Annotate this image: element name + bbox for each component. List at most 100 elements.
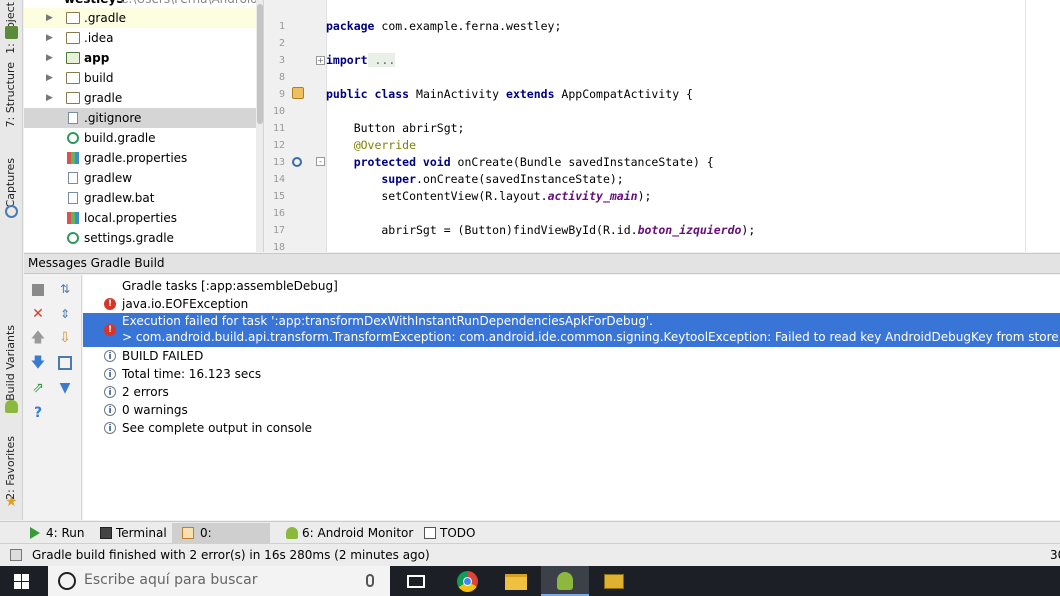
tree-item-gradle-dir[interactable]: ▶ .gradle <box>24 8 263 28</box>
autoscroll-button[interactable] <box>57 355 73 371</box>
message-row[interactable]: Gradle tasks [:app:assembleDebug] <box>83 277 1060 295</box>
properties-file-icon <box>67 152 79 164</box>
tree-item-gradle-properties[interactable]: gradle.properties <box>24 148 263 168</box>
code-editor[interactable]: 1 2 3 8 9 10 11 12 13 14 15 16 17 18 + -… <box>265 0 1060 252</box>
tool-windows-icon[interactable] <box>10 549 22 561</box>
taskbar-app-other[interactable] <box>590 566 638 596</box>
tree-item-settings-gradle[interactable]: settings.gradle <box>24 228 263 248</box>
tab-terminal[interactable]: Terminal <box>98 523 167 543</box>
tree-item-app[interactable]: ▶ app <box>24 48 263 68</box>
expand-arrow-icon[interactable]: ▶ <box>46 28 53 48</box>
scrollbar-thumb[interactable] <box>257 4 263 124</box>
tree-item-gitignore[interactable]: .gitignore <box>24 108 263 128</box>
tab-messages[interactable]: 0: Messages <box>172 523 270 560</box>
keyword: public class <box>326 87 410 101</box>
arrow-up-icon: 🡅 <box>30 330 46 346</box>
folded-imports[interactable]: ... <box>367 53 396 67</box>
tab-android-monitor[interactable]: 6: Android Monitor <box>284 523 413 543</box>
override-gutter-icon[interactable] <box>292 157 302 167</box>
expand-arrow-icon[interactable]: ▶ <box>46 48 53 68</box>
message-text: Total time: 16.123 secs <box>122 367 262 381</box>
gradle-file-icon <box>67 232 79 244</box>
export-button[interactable]: ⇩ <box>57 330 73 346</box>
code-text: setContentView(R.layout. <box>326 189 548 203</box>
tree-item-build[interactable]: ▶ build <box>24 68 263 88</box>
message-row[interactable]: i 2 errors <box>83 383 1060 401</box>
message-row[interactable]: i See complete output in console <box>83 419 1060 437</box>
tree-item-gradle[interactable]: ▶ gradle <box>24 88 263 108</box>
cortana-icon <box>58 572 76 590</box>
next-message-button[interactable]: 🡇 <box>30 355 46 371</box>
line-number: 10 <box>272 106 285 117</box>
editor-gutter: 1 2 3 8 9 10 11 12 13 14 15 16 17 18 + - <box>265 0 327 252</box>
taskbar-search-box[interactable]: Escribe aquí para buscar <box>48 566 390 596</box>
tab-todo[interactable]: TODO <box>422 523 475 543</box>
collapse-all-button[interactable]: ⇕ <box>57 306 73 322</box>
taskbar-app-explorer[interactable] <box>492 566 540 596</box>
star-icon: ★ <box>5 494 18 510</box>
tree-item-build-gradle[interactable]: build.gradle <box>24 128 263 148</box>
taskbar-app-android-studio[interactable] <box>541 566 589 596</box>
line-number: 8 <box>278 72 285 83</box>
search-placeholder: Escribe aquí para buscar <box>84 572 258 588</box>
tree-item-idea[interactable]: ▶ .idea <box>24 28 263 48</box>
code-text: com.example.ferna.westley; <box>374 19 562 33</box>
message-row[interactable]: i Total time: 16.123 secs <box>83 365 1060 383</box>
project-icon <box>5 26 18 39</box>
android-icon <box>286 527 298 539</box>
messages-list[interactable]: Gradle tasks [:app:assembleDebug] ! java… <box>83 275 1060 520</box>
tree-item-label: gradlew.bat <box>84 191 155 205</box>
message-text: 0 warnings <box>122 403 188 417</box>
folder-icon <box>66 72 80 84</box>
file-icon <box>68 172 78 184</box>
tree-item-gradlew[interactable]: gradlew <box>24 168 263 188</box>
windows-start-button[interactable] <box>14 574 30 589</box>
folder-icon <box>66 92 80 104</box>
fold-expand-icon[interactable]: + <box>316 56 325 65</box>
tab-run[interactable]: 4: Run <box>28 523 85 543</box>
taskbar-app-chrome[interactable] <box>443 566 491 596</box>
tab-captures[interactable]: Captures <box>4 158 17 207</box>
export-icon: ⇩ <box>59 330 71 346</box>
tree-item-label: settings.gradle <box>84 231 174 245</box>
stop-button[interactable] <box>30 282 46 298</box>
filter-button[interactable]: ▼ <box>57 380 73 396</box>
info-icon: i <box>104 422 116 434</box>
windows-logo-part <box>22 582 29 589</box>
class-gutter-icon[interactable] <box>292 87 304 99</box>
tree-item-gradlew-bat[interactable]: gradlew.bat <box>24 188 263 208</box>
message-row[interactable]: i 0 warnings <box>83 401 1060 419</box>
close-button[interactable]: ✕ <box>30 306 46 322</box>
info-icon: i <box>104 368 116 380</box>
expand-arrow-icon[interactable]: ▶ <box>46 8 53 28</box>
terminal-icon <box>100 527 112 539</box>
help-button[interactable]: ? <box>30 405 46 421</box>
tree-scrollbar[interactable] <box>256 0 263 252</box>
message-row[interactable]: ! java.io.EOFException <box>83 295 1060 313</box>
info-icon: i <box>104 350 116 362</box>
tab-favorites[interactable]: 2: Favorites <box>4 436 17 500</box>
tree-item-label: build.gradle <box>84 131 156 145</box>
message-text: BUILD FAILED <box>122 349 204 363</box>
microphone-icon[interactable] <box>366 574 374 587</box>
code-text: MainActivity <box>409 87 507 101</box>
tab-structure[interactable]: 7: Structure <box>4 62 17 127</box>
code-text: abrirSgt = (Button)findViewById(R.id. <box>326 223 638 237</box>
expand-arrow-icon[interactable]: ▶ <box>46 88 53 108</box>
expand-arrow-icon[interactable]: ▶ <box>46 68 53 88</box>
message-row-selected[interactable]: ! Execution failed for task ':app:transf… <box>83 313 1060 347</box>
rerun-icon: ⇗ <box>32 380 44 396</box>
rerun-button[interactable]: ⇗ <box>30 380 46 396</box>
status-position[interactable]: 30 <box>1050 544 1060 566</box>
task-view-button[interactable] <box>392 566 440 596</box>
previous-message-button[interactable]: 🡅 <box>30 330 46 346</box>
expand-all-button[interactable]: ⇅ <box>57 281 73 297</box>
tree-item-local-properties[interactable]: local.properties <box>24 208 263 228</box>
tab-build-variants[interactable]: Build Variants <box>4 325 17 401</box>
fold-collapse-icon[interactable]: - <box>316 157 325 166</box>
message-row[interactable]: i BUILD FAILED <box>83 347 1060 365</box>
line-number: 13 <box>272 157 285 168</box>
field-reference: boton_izquierdo <box>637 223 742 237</box>
line-number: 17 <box>272 225 285 236</box>
captures-icon <box>5 205 18 218</box>
